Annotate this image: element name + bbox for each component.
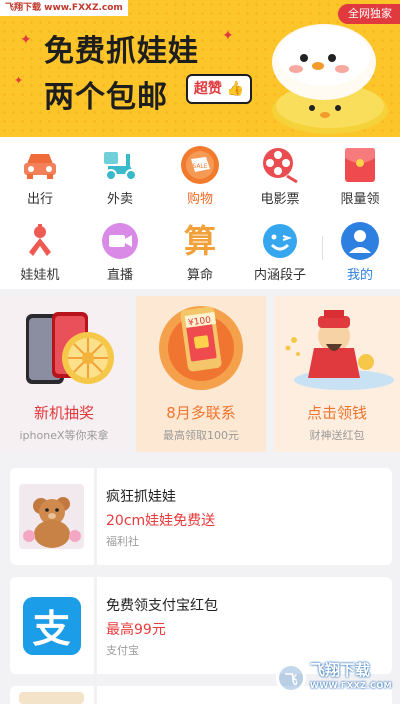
banner-subheadline: 两个包邮	[44, 80, 168, 115]
red-envelope-icon	[340, 145, 380, 185]
item-title: 免费领支付宝红包	[106, 598, 218, 614]
category-movie-tickets[interactable]: 电影票	[240, 137, 320, 213]
film-reel-icon	[260, 145, 300, 185]
category-jokes[interactable]: 内涵段子	[240, 213, 320, 289]
item-source: 福利社	[106, 535, 139, 548]
item-subtitle: 20cm娃娃免费送	[106, 513, 216, 529]
divider	[94, 577, 97, 674]
promo-new-phone-lottery[interactable]: 新机抽奖 iphoneX等你来拿	[0, 296, 128, 452]
promo-cards: 新机抽奖 iphoneX等你来拿 ¥100 8月多联系 最高领取100元 点击领…	[0, 296, 400, 452]
live-video-icon	[100, 221, 140, 261]
category-label: 算命	[186, 268, 213, 283]
site-watermark-logo: 飞 飞翔下载 WWW.FXXZ.COM	[276, 658, 394, 698]
fortune-suan-icon: 算	[183, 222, 216, 260]
star-icon: ✦	[222, 28, 234, 44]
item-subtitle: 最高99元	[106, 622, 166, 638]
watermark: 飞翔下载 www.FXXZ.com	[0, 0, 128, 16]
phone-wheel-image	[26, 312, 114, 384]
promo-subtitle: iphoneX等你来拿	[19, 429, 109, 442]
category-fortune[interactable]: 算 算命	[160, 213, 240, 289]
category-live[interactable]: 直播	[80, 213, 160, 289]
category-label: 娃娃机	[20, 268, 60, 283]
fx-logo-icon: 飞	[276, 663, 306, 693]
user-profile-icon	[340, 221, 380, 261]
sale-tag-icon: SALE	[180, 145, 220, 185]
banner-headline: 免费抓娃娃	[44, 34, 199, 69]
phone-red-packet-image: ¥100	[159, 306, 243, 390]
promo-august-contact[interactable]: ¥100 8月多联系 最高领取100元	[136, 296, 266, 452]
item-source: 支付宝	[106, 644, 139, 657]
thumbs-up-badge: 超赞 👍	[186, 74, 252, 104]
thumbs-up-icon: 👍	[226, 81, 245, 97]
delivery-scooter-icon	[100, 145, 140, 185]
star-icon: ✦	[20, 32, 32, 48]
divider	[94, 468, 97, 565]
category-profile[interactable]: 我的	[320, 213, 400, 289]
category-label: 我的	[346, 268, 373, 283]
promo-title: 新机抽奖	[33, 404, 94, 422]
alipay-logo-icon: 支	[19, 593, 84, 658]
chick-plush-image	[272, 24, 388, 134]
list-item[interactable]: 疯狂抓娃娃 20cm娃娃免费送 福利社	[10, 468, 392, 565]
car-icon	[20, 145, 60, 185]
category-rides[interactable]: 出行	[0, 137, 80, 213]
category-label: 出行	[26, 192, 53, 207]
category-limited-claim[interactable]: 限量领	[320, 137, 400, 213]
star-icon: ✦	[14, 74, 24, 87]
promo-title: 8月多联系	[166, 404, 236, 422]
item-title: 疯狂抓娃娃	[106, 489, 176, 505]
svg-text:SALE: SALE	[192, 163, 207, 170]
smile-face-icon	[260, 221, 300, 261]
teddy-bear-image	[19, 484, 84, 549]
category-label: 外卖	[106, 192, 133, 207]
partial-item-image	[19, 692, 84, 704]
god-of-wealth-image	[285, 310, 394, 390]
category-label: 直播	[106, 268, 133, 283]
category-claw-machine[interactable]: 娃娃机	[0, 213, 80, 289]
category-label: 购物	[186, 192, 213, 207]
category-takeout[interactable]: 外卖	[80, 137, 160, 213]
category-label: 内涵段子	[253, 268, 306, 283]
promo-subtitle: 财神送红包	[309, 429, 365, 442]
category-shopping[interactable]: SALE 购物	[160, 137, 240, 213]
promo-click-money[interactable]: 点击领钱 财神送红包	[274, 296, 400, 452]
promo-title: 点击领钱	[306, 404, 367, 422]
category-label: 限量领	[340, 192, 380, 207]
divider	[94, 686, 97, 704]
promo-subtitle: 最高领取100元	[163, 429, 239, 442]
category-grid: 出行 外卖 SALE 购物 电影票 限量领 娃娃机 直播 算 算命 内涵段子 我…	[0, 137, 400, 289]
category-label: 电影票	[260, 192, 300, 207]
promo-banner[interactable]: 飞翔下载 www.FXXZ.com 全网独家 ✦ ✦ ✦ 免费抓娃娃 两个包邮 …	[0, 0, 400, 137]
claw-machine-icon	[20, 221, 60, 261]
divider	[322, 236, 323, 260]
